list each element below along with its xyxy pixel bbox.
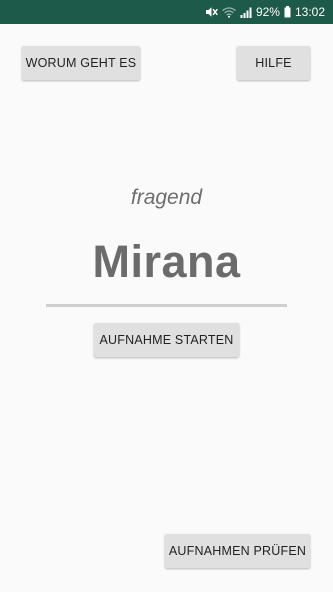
help-button[interactable]: HILFE (237, 46, 310, 80)
status-bar: 92% 13:02 (0, 0, 333, 24)
word-display: Mirana (92, 236, 241, 287)
mood-label: fragend (130, 186, 203, 209)
battery-percent: 92% (255, 5, 280, 19)
battery-icon (284, 6, 291, 18)
mute-icon (205, 6, 218, 18)
wifi-icon (222, 6, 236, 18)
divider (46, 304, 287, 307)
clock-time: 13:02 (294, 5, 325, 19)
start-recording-button[interactable]: AUFNAHME STARTEN (94, 323, 239, 357)
signal-icon (240, 7, 252, 18)
check-recordings-button[interactable]: AUFNAHMEN PRÜFEN (165, 534, 310, 568)
about-button[interactable]: WORUM GEHT ES (22, 46, 140, 80)
